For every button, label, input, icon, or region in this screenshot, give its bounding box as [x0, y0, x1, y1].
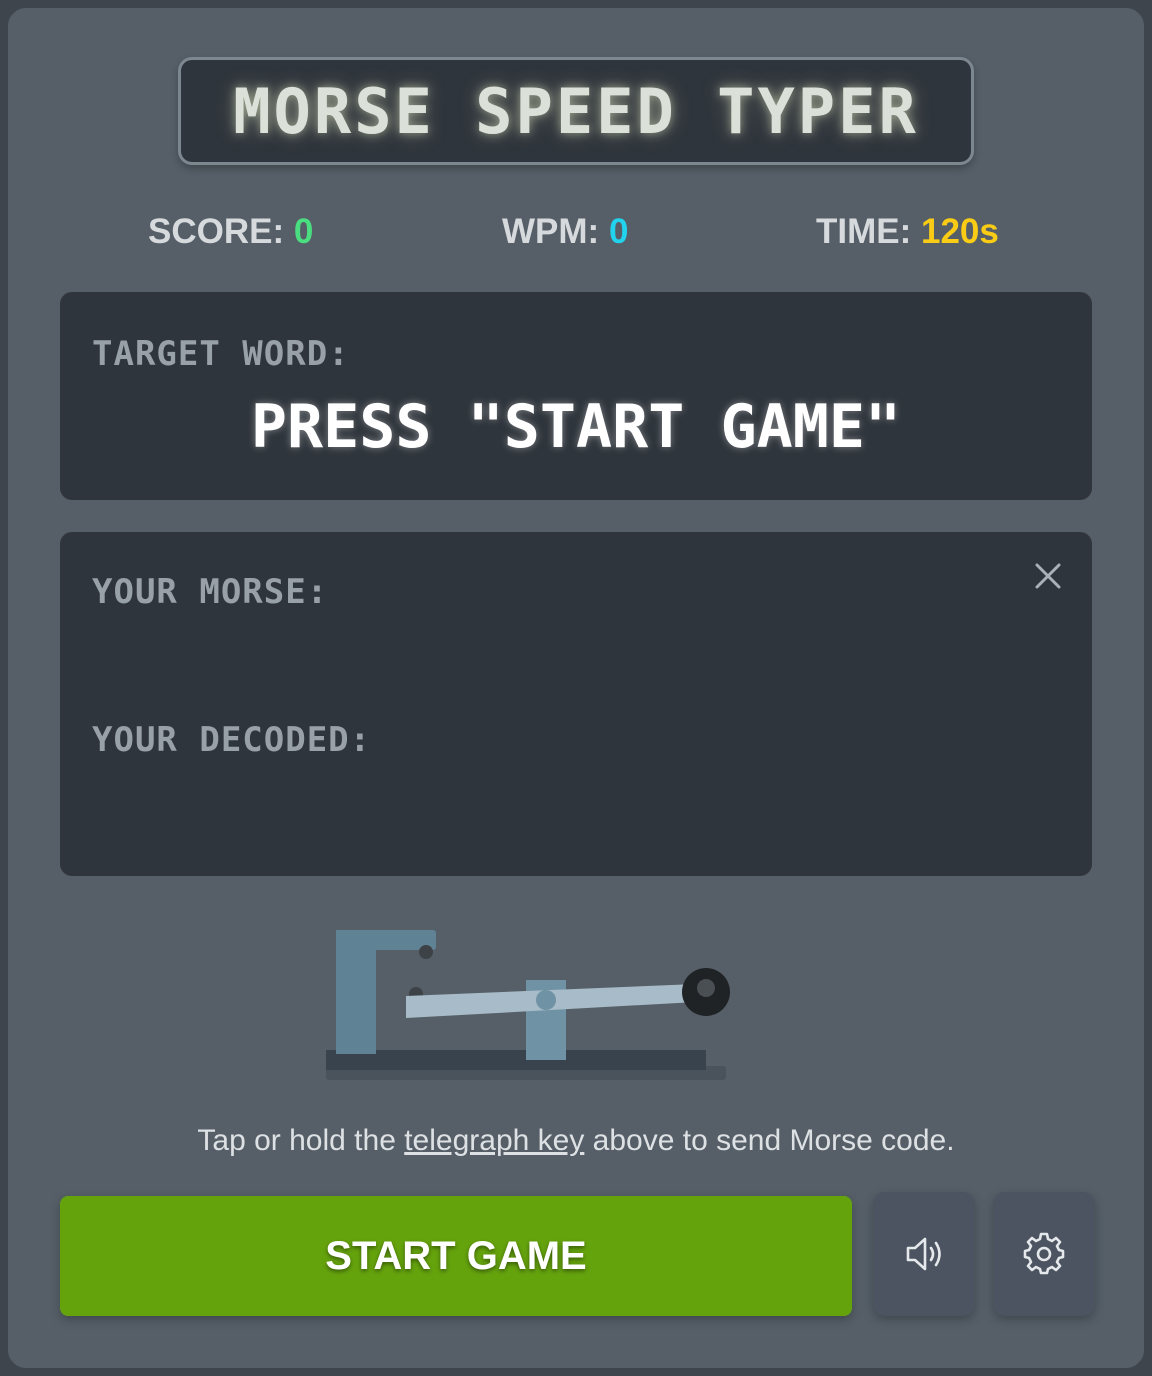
wpm-stat: WPM: 0: [502, 212, 628, 252]
time-label: TIME:: [816, 212, 912, 251]
time-stat: TIME: 120s: [816, 212, 999, 252]
instruction-before: Tap or hold the: [197, 1124, 405, 1157]
title-banner: MORSE SPEED TYPER: [178, 57, 974, 165]
decoded-label: YOUR DECODED:: [92, 720, 372, 760]
target-label: TARGET WORD:: [92, 334, 350, 374]
wpm-label: WPM:: [502, 212, 600, 251]
input-panel: YOUR MORSE: YOUR DECODED:: [60, 532, 1092, 876]
gear-icon: [1023, 1232, 1065, 1275]
speaker-icon: [906, 1237, 941, 1271]
instruction-after: above to send Morse code.: [584, 1124, 955, 1157]
time-value: 120s: [921, 212, 999, 251]
wpm-value: 0: [608, 212, 629, 251]
close-icon: [1035, 563, 1061, 589]
clear-button[interactable]: [1032, 560, 1064, 592]
telegraph-key-icon: [326, 930, 730, 1080]
score-label: SCORE:: [148, 212, 285, 251]
telegraph-key[interactable]: [320, 920, 740, 1090]
settings-button[interactable]: [993, 1192, 1095, 1316]
score-stat: SCORE: 0: [148, 212, 313, 252]
target-word: PRESS "START GAME": [250, 392, 902, 462]
target-panel: TARGET WORD: PRESS "START GAME": [60, 292, 1092, 500]
sound-toggle-button[interactable]: [873, 1192, 975, 1316]
score-value: 0: [293, 212, 314, 251]
instruction-text: Tap or hold the telegraph key above to s…: [0, 1124, 1152, 1158]
telegraph-key-link[interactable]: telegraph key: [404, 1124, 584, 1157]
page-title: MORSE SPEED TYPER: [233, 74, 919, 148]
start-game-button[interactable]: START GAME: [60, 1196, 852, 1316]
morse-label: YOUR MORSE:: [92, 572, 329, 612]
